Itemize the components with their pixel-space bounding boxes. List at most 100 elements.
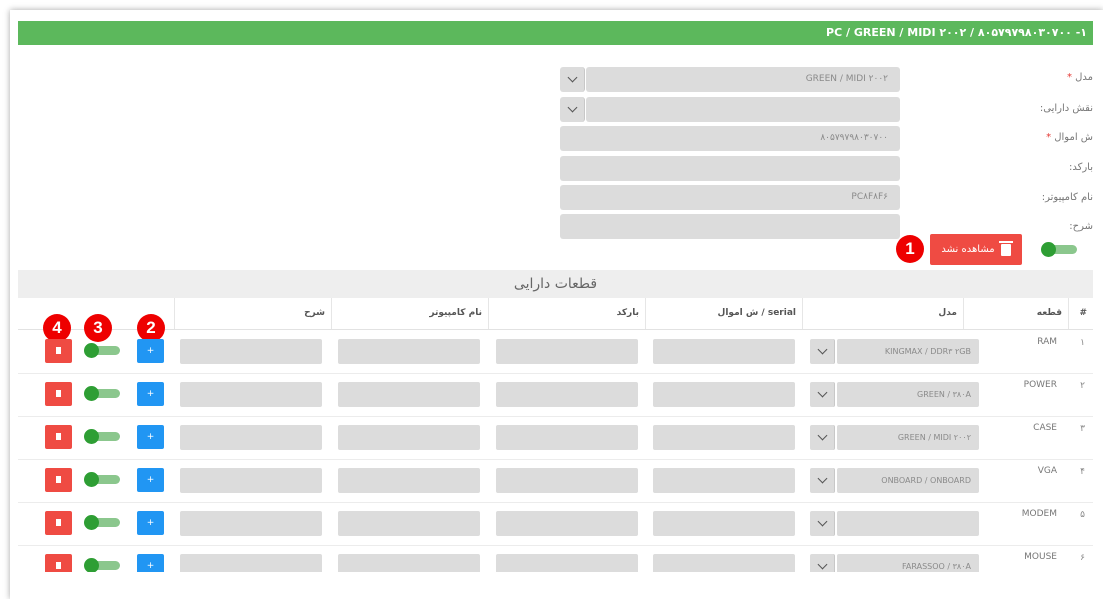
col-serial: serial / ش اموال xyxy=(645,298,802,329)
row-computer-name-input[interactable] xyxy=(338,339,480,364)
row-add-button[interactable]: + xyxy=(137,511,164,535)
row-active-toggle[interactable] xyxy=(84,515,120,530)
callout-badge-1: 1 xyxy=(896,235,924,263)
table-clip xyxy=(18,572,1093,599)
model-select-toggle[interactable] xyxy=(560,67,585,92)
row-description-input[interactable] xyxy=(180,425,322,450)
row-active-toggle[interactable] xyxy=(84,386,120,401)
table-row: ۳ CASE GREEN / MIDI ۲۰۰۲ + xyxy=(18,416,1093,460)
row-barcode-input[interactable] xyxy=(496,339,638,364)
row-index: ۵ xyxy=(1080,510,1085,520)
row-computer-name-input[interactable] xyxy=(338,468,480,493)
barcode-input[interactable] xyxy=(560,156,900,181)
row-serial-input[interactable] xyxy=(653,382,795,407)
row-active-toggle[interactable] xyxy=(84,343,120,358)
asset-title-bar: PC / GREEN / MIDI ۲۰۰۲ / ۸۰۵۷۹۷۹۸۰۳۰۷۰۰ … xyxy=(18,21,1093,45)
row-model-select[interactable] xyxy=(837,511,979,536)
table-row: ۱ RAM KINGMAX / DDR۳ ۲GB + xyxy=(18,330,1093,374)
row-barcode-input[interactable] xyxy=(496,382,638,407)
chevron-down-icon xyxy=(817,344,827,355)
plus-icon: + xyxy=(146,432,155,442)
row-model-select[interactable]: ONBOARD / ONBOARD xyxy=(837,468,979,493)
row-computer-name-input[interactable] xyxy=(338,425,480,450)
plus-icon: + xyxy=(146,561,155,571)
row-add-button[interactable]: + xyxy=(137,339,164,363)
col-index: # xyxy=(1068,298,1093,329)
row-active-toggle[interactable] xyxy=(84,558,120,573)
row-description-input[interactable] xyxy=(180,339,322,364)
model-select[interactable]: GREEN / MIDI ۲۰۰۲ xyxy=(586,67,900,92)
row-model-select[interactable]: KINGMAX / DDR۳ ۲GB xyxy=(837,339,979,364)
row-add-button[interactable]: + xyxy=(137,382,164,406)
row-description-input[interactable] xyxy=(180,468,322,493)
row-index: ۲ xyxy=(1080,381,1085,391)
chevron-down-icon xyxy=(817,559,827,570)
row-delete-button[interactable] xyxy=(45,511,72,535)
asset-title: PC / GREEN / MIDI ۲۰۰۲ / ۸۰۵۷۹۷۹۸۰۳۰۷۰۰ … xyxy=(826,26,1087,39)
row-delete-button[interactable] xyxy=(45,425,72,449)
row-index: ۱ xyxy=(1080,338,1085,348)
row-model-select-toggle[interactable] xyxy=(810,511,835,536)
row-part-name: RAM xyxy=(1037,337,1057,347)
col-barcode: بارکد xyxy=(488,298,645,329)
row-serial-input[interactable] xyxy=(653,339,795,364)
row-barcode-input[interactable] xyxy=(496,511,638,536)
computer-name-input[interactable]: PC۸F۸F۶ xyxy=(560,185,900,210)
row-serial-input[interactable] xyxy=(653,511,795,536)
row-model-select-toggle[interactable] xyxy=(810,425,835,450)
row-delete-button[interactable] xyxy=(45,382,72,406)
row-delete-button[interactable] xyxy=(45,339,72,363)
table-row: ۵ MODEM + xyxy=(18,502,1093,546)
row-active-toggle[interactable] xyxy=(84,429,120,444)
row-model-select[interactable]: GREEN / ۳۸۰A xyxy=(837,382,979,407)
row-barcode-input[interactable] xyxy=(496,425,638,450)
row-part-name: VGA xyxy=(1037,466,1057,476)
plus-icon: + xyxy=(146,346,155,356)
row-serial-input[interactable] xyxy=(653,468,795,493)
col-part: قطعه xyxy=(963,298,1068,329)
row-index: ۶ xyxy=(1080,553,1085,563)
row-model-select-toggle[interactable] xyxy=(810,382,835,407)
row-model-select-toggle[interactable] xyxy=(810,339,835,364)
row-model-select[interactable]: GREEN / MIDI ۲۰۰۲ xyxy=(837,425,979,450)
chevron-down-icon xyxy=(567,72,577,83)
asset-role-select-toggle[interactable] xyxy=(560,97,585,122)
row-model-select-toggle[interactable] xyxy=(810,468,835,493)
trash-icon xyxy=(998,240,1013,256)
row-index: ۳ xyxy=(1080,424,1085,434)
not-seen-delete-button[interactable]: مشاهده نشد xyxy=(930,234,1022,265)
row-part-name: MODEM xyxy=(1021,509,1057,519)
asset-role-label: نقش دارایی: xyxy=(1039,103,1093,114)
chevron-down-icon xyxy=(817,473,827,484)
row-part-name: MOUSE xyxy=(1024,552,1057,562)
row-barcode-input[interactable] xyxy=(496,468,638,493)
plus-icon: + xyxy=(146,389,155,399)
row-delete-button[interactable] xyxy=(45,468,72,492)
parts-table-header: # قطعه مدل serial / ش اموال بارکد نام کا… xyxy=(18,298,1093,330)
property-number-label: ش اموال * xyxy=(1046,132,1093,143)
parts-section-title: قطعات دارایی xyxy=(18,270,1093,298)
row-index: ۴ xyxy=(1080,467,1085,477)
model-label: مدل * xyxy=(1066,72,1093,83)
description-label: شرح: xyxy=(1069,221,1093,232)
row-active-toggle[interactable] xyxy=(84,472,120,487)
chevron-down-icon xyxy=(817,516,827,527)
description-input[interactable] xyxy=(560,214,900,239)
table-row: ۴ VGA ONBOARD / ONBOARD + xyxy=(18,459,1093,503)
row-computer-name-input[interactable] xyxy=(338,511,480,536)
row-description-input[interactable] xyxy=(180,511,322,536)
row-computer-name-input[interactable] xyxy=(338,382,480,407)
col-computer-name: نام کامپیوتر xyxy=(331,298,488,329)
plus-icon: + xyxy=(146,475,155,485)
plus-icon: + xyxy=(146,518,155,528)
row-add-button[interactable]: + xyxy=(137,425,164,449)
row-serial-input[interactable] xyxy=(653,425,795,450)
row-description-input[interactable] xyxy=(180,382,322,407)
table-row: ۲ POWER GREEN / ۳۸۰A + xyxy=(18,373,1093,417)
asset-role-select[interactable] xyxy=(586,97,900,122)
property-number-input[interactable]: ۸۰۵۷۹۷۹۸۰۳۰۷۰۰ xyxy=(560,126,900,151)
not-seen-delete-label: مشاهده نشد xyxy=(941,244,995,255)
row-add-button[interactable]: + xyxy=(137,468,164,492)
active-toggle[interactable] xyxy=(1041,242,1077,257)
row-part-name: POWER xyxy=(1023,380,1057,390)
